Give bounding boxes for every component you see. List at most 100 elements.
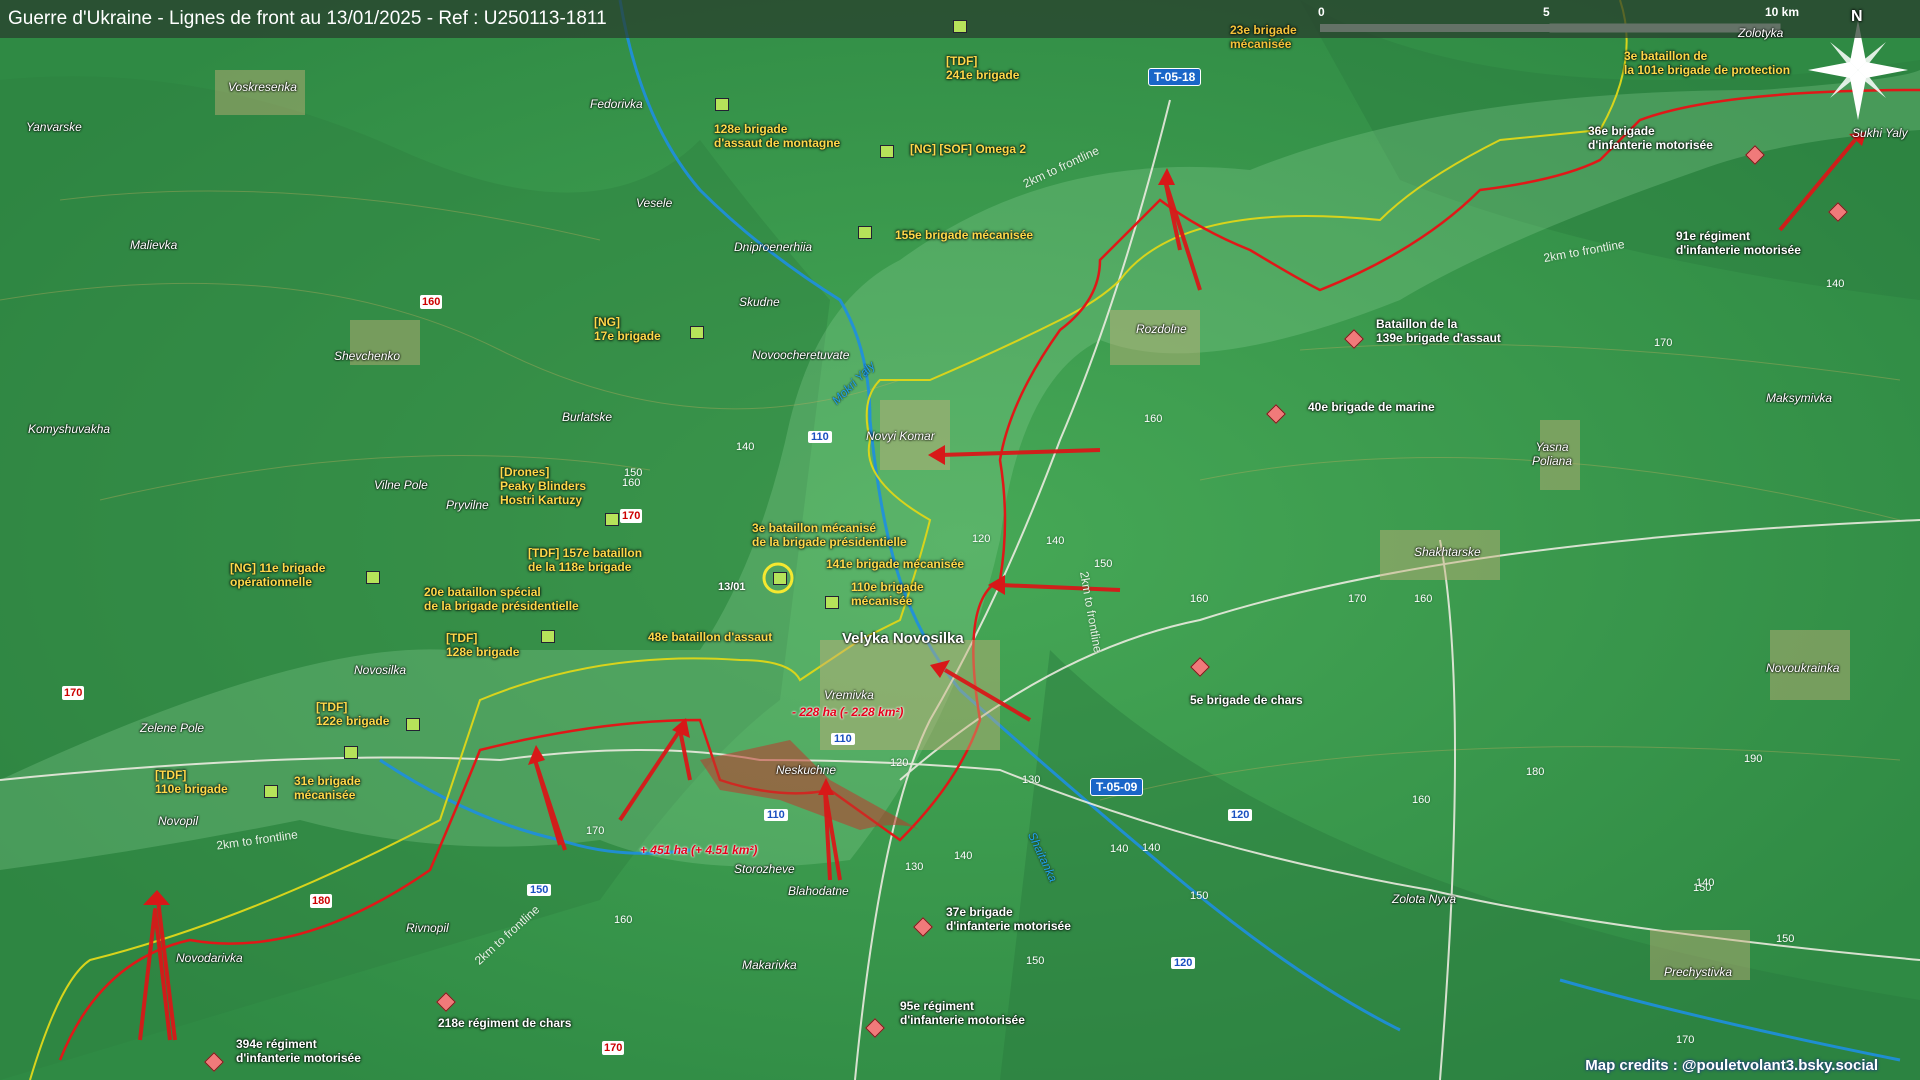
town-zelene-pole[interactable]: Zelene Pole <box>140 721 204 735</box>
unit-marker-ua[interactable] <box>344 746 358 759</box>
unit-label-ua[interactable]: [TDF] 157e bataillon de la 118e brigade <box>528 546 642 574</box>
unit-label-ua[interactable]: [NG] [SOF] Omega 2 <box>910 142 1026 156</box>
unit-marker-ua[interactable] <box>264 785 278 798</box>
elevation-label: 140 <box>1696 877 1715 889</box>
elevation-label: 140 <box>1142 842 1161 854</box>
town-shevchenko[interactable]: Shevchenko <box>334 349 400 363</box>
town-burlatske[interactable]: Burlatske <box>562 410 612 424</box>
town-blahodatne[interactable]: Blahodatne <box>788 884 849 898</box>
unit-marker-ua[interactable] <box>880 145 894 158</box>
unit-marker-ua[interactable] <box>953 20 967 33</box>
unit-label-ua[interactable]: 3e bataillon de la 101e brigade de prote… <box>1624 49 1790 77</box>
town-zolota-nyva[interactable]: Zolota Nyva <box>1392 892 1456 906</box>
town-vremivka[interactable]: Vremivka <box>824 688 874 702</box>
elevation-label: 160 <box>1414 593 1433 605</box>
elevation-label: 150 <box>1190 890 1209 902</box>
town-zolotyka[interactable]: Zolotyka <box>1738 26 1783 40</box>
unit-label-ua[interactable]: 110e brigade mécanisée <box>851 580 924 608</box>
town-velyka-novosilka[interactable]: Velyka Novosilka <box>842 631 964 646</box>
town-prechystivka[interactable]: Prechystivka <box>1664 965 1732 979</box>
elevation-label: 180 <box>1526 766 1545 778</box>
map-credits[interactable]: Map credits : @pouletvolant3.bsky.social <box>1585 1057 1878 1074</box>
road-number: 150 <box>527 884 552 896</box>
town-komyshuvakha[interactable]: Komyshuvakha <box>28 422 110 436</box>
elevation-label: 190 <box>1744 753 1763 765</box>
unit-marker-ua[interactable] <box>541 630 555 643</box>
town-novyi-komar[interactable]: Novyi Komar <box>866 429 935 443</box>
unit-label-ua[interactable]: [TDF] 241e brigade <box>946 54 1019 82</box>
unit-marker-ua[interactable] <box>858 226 872 239</box>
elevation-label: 130 <box>1022 774 1041 786</box>
road-number: 120 <box>1228 809 1253 821</box>
town-rozdolne[interactable]: Rozdolne <box>1136 322 1187 336</box>
town-novoukrainka[interactable]: Novoukrainka <box>1766 661 1839 675</box>
town-sukhi-yaly[interactable]: Sukhi Yaly <box>1852 126 1908 140</box>
town-vilne-pole[interactable]: Vilne Pole <box>374 478 428 492</box>
elevation-label: 150 <box>1094 558 1113 570</box>
unit-marker-ua[interactable] <box>690 326 704 339</box>
road-label-t0509: T-05-09 <box>1090 778 1144 796</box>
unit-marker-ua[interactable] <box>605 513 619 526</box>
town-fedorivka[interactable]: Fedorivka <box>590 97 643 111</box>
town-rivnopil[interactable]: Rivnopil <box>406 921 449 935</box>
unit-marker-ua[interactable] <box>406 718 420 731</box>
unit-label-ua[interactable]: [TDF] 122e brigade <box>316 700 389 728</box>
unit-label-ua[interactable]: [Drones] Peaky Blinders Hostri Kartuzy <box>500 465 586 507</box>
unit-label-ru[interactable]: 5e brigade de chars <box>1190 693 1303 707</box>
town-vesele[interactable]: Vesele <box>636 196 672 210</box>
town-novodarivka[interactable]: Novodarivka <box>176 951 243 965</box>
unit-label-ua[interactable]: [TDF] 110e brigade <box>155 768 228 796</box>
elevation-label: 120 <box>972 533 991 545</box>
unit-marker-ua[interactable] <box>825 596 839 609</box>
unit-marker-ua[interactable] <box>773 572 787 585</box>
unit-label-ua[interactable]: 128e brigade d'assaut de montagne <box>714 122 840 150</box>
unit-label-ru[interactable]: 36e brigade d'infanterie motorisée <box>1588 124 1713 152</box>
elevation-label: 140 <box>1046 535 1065 547</box>
town-shakhtarske[interactable]: Shakhtarske <box>1414 545 1481 559</box>
unit-label-ru[interactable]: Bataillon de la 139e brigade d'assaut <box>1376 317 1501 345</box>
elevation-label: 160 <box>622 477 641 489</box>
unit-label-ua[interactable]: 3e bataillon mécanisé de la brigade prés… <box>752 521 907 549</box>
town-novoocheretuvate[interactable]: Novoocheretuvate <box>752 348 849 362</box>
unit-label-ru[interactable]: 91e régiment d'infanterie motorisée <box>1676 229 1801 257</box>
town-maksymivka[interactable]: Maksymivka <box>1766 391 1832 405</box>
unit-label-ru[interactable]: 218e régiment de chars <box>438 1016 571 1030</box>
territory-gain-label: + 451 ha (+ 4.51 km²) <box>640 843 758 857</box>
town-novopil[interactable]: Novopil <box>158 814 198 828</box>
unit-label-ua[interactable]: 31e brigade mécanisée <box>294 774 361 802</box>
unit-label-ua[interactable]: [NG] 17e brigade <box>594 315 661 343</box>
town-storozheve[interactable]: Storozheve <box>734 862 795 876</box>
elevation-label: 150 <box>1776 933 1795 945</box>
elevation-label: 140 <box>1826 278 1845 290</box>
unit-marker-ua[interactable] <box>715 98 729 111</box>
town-dniproenerhiia[interactable]: Dniproenerhiia <box>734 240 812 254</box>
town-pryvilne[interactable]: Pryvilne <box>446 498 489 512</box>
scale-label-5: 5 <box>1543 5 1550 19</box>
scale-label-0: 0 <box>1318 5 1325 19</box>
town-yasna-poliana[interactable]: Yasna Poliana <box>1532 440 1572 468</box>
unit-label-ua[interactable]: 141e brigade mécanisée <box>826 557 964 571</box>
elevation-marker: 170 <box>62 686 85 700</box>
town-makarivka[interactable]: Makarivka <box>742 958 797 972</box>
unit-label-ua[interactable]: [NG] 11e brigade opérationnelle <box>230 561 325 589</box>
unit-label-ua[interactable]: [TDF] 128e brigade <box>446 631 519 659</box>
road-number: 110 <box>764 809 788 821</box>
unit-label-ua[interactable]: 23e brigade mécanisée <box>1230 23 1297 51</box>
unit-label-ua[interactable]: 155e brigade mécanisée <box>895 228 1033 242</box>
unit-marker-ua[interactable] <box>366 571 380 584</box>
compass-north-label: N <box>1851 8 1863 25</box>
unit-label-ua[interactable]: 20e bataillon spécial de la brigade prés… <box>424 585 579 613</box>
unit-label-ru[interactable]: 37e brigade d'infanterie motorisée <box>946 905 1071 933</box>
town-neskuchne[interactable]: Neskuchne <box>776 763 836 777</box>
unit-label-ru[interactable]: 394e régiment d'infanterie motorisée <box>236 1037 361 1065</box>
unit-label-ru[interactable]: 95e régiment d'infanterie motorisée <box>900 999 1025 1027</box>
town-yanvarske[interactable]: Yanvarske <box>26 120 82 134</box>
unit-label-ru[interactable]: 40e brigade de marine <box>1308 400 1435 414</box>
map-canvas[interactable]: Guerre d'Ukraine - Lignes de front au 13… <box>0 0 1920 1080</box>
town-novosilka[interactable]: Novosilka <box>354 663 406 677</box>
unit-label-ua[interactable]: 48e bataillon d'assaut <box>648 630 772 644</box>
town-voskresenka[interactable]: Voskresenka <box>228 80 297 94</box>
town-skudne[interactable]: Skudne <box>739 295 780 309</box>
town-malievka[interactable]: Malievka <box>130 238 177 252</box>
elevation-marker: 180 <box>310 894 333 908</box>
